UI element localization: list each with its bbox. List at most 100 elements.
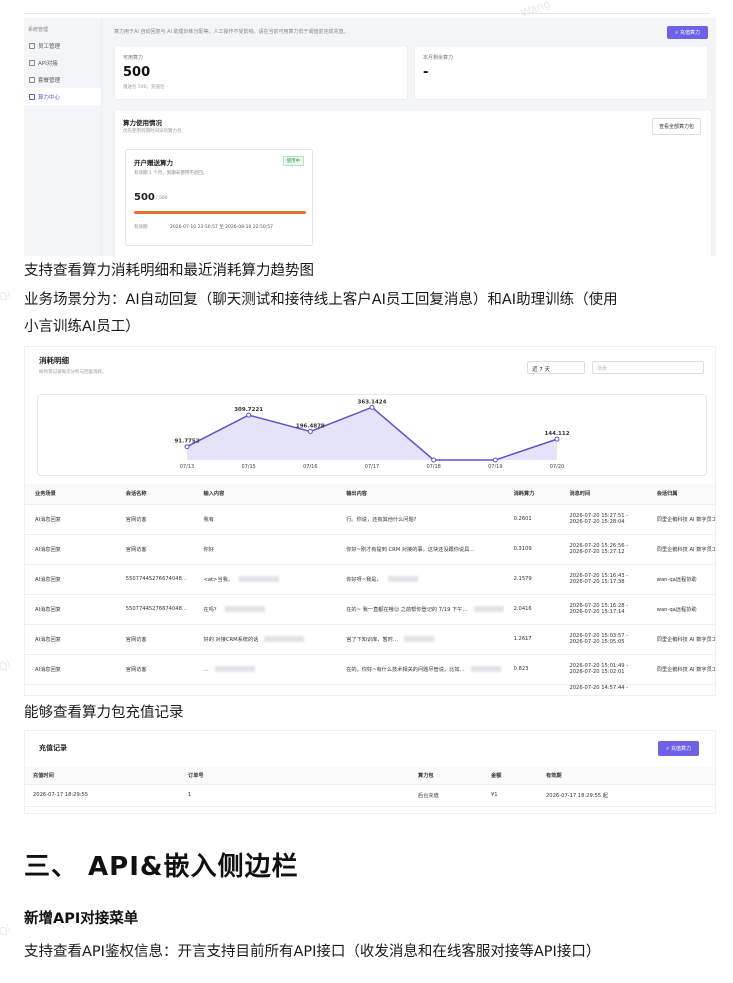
cell-cost: 2.0416 (503, 594, 560, 625)
redacted-text (238, 576, 279, 582)
cell-cost: 0.3109 (503, 534, 560, 565)
table-row: AI消息回复 官网访客… 在的。你好~有什么技术相关的问题尽管说，比如… 0.823 2… (25, 654, 715, 685)
cell-input: 好的 对接CRM系统的话 (193, 624, 337, 655)
cell-session (115, 684, 194, 695)
redacted-text (225, 606, 266, 612)
time-end: 2026-07-20 15:02:01 (569, 669, 625, 675)
sidebar-item-staff[interactable]: 员工管理 (24, 37, 101, 54)
table-row: AI消息回复 官网访客 我有 行。你说，还有其他什么问题? 0.2601 2026-07-… (25, 504, 715, 535)
watermark: iQi (0, 287, 13, 306)
cell-scene: AI消息回复 (25, 534, 116, 565)
table-header-row: 充值时间 订单号 算力包 金额 有效期 (25, 767, 715, 785)
col-owner: 会话归属 (646, 484, 715, 505)
paragraph-recharge: 能够查看算力包充值记录 (24, 705, 184, 721)
trend-chart: 91.7752 07/13 309.7221 07/15 196.4878 07/16 36… (174, 399, 569, 470)
cell-input: 你好 (193, 534, 337, 565)
cell-time: 2026-07-20 15:01:49 -2026-07-20 15:02:01 (559, 654, 647, 685)
time-end: 2026-07-20 15:28:04 (569, 519, 625, 525)
cell-owner: 同里企鹅科技 AI 数字员工 (646, 534, 715, 565)
cell-order: 1 (180, 784, 410, 807)
sidebar-item-label: 算力中心 (38, 94, 61, 101)
link-icon (29, 59, 35, 66)
bolt-icon (29, 93, 35, 100)
paragraph-scenarios-1: 业务场景分为：AI自动回复（聊天测试和接待线上客户AI员工回复消息）和AI助理训… (24, 292, 618, 308)
cell-scene: AI消息回复 (25, 594, 116, 625)
cell-validity: 2026-07-17 18:29:55 起 (538, 784, 715, 807)
validity-label: 有效期 (134, 225, 148, 230)
people-icon (29, 42, 35, 49)
redacted-text (404, 636, 435, 642)
cell-output: 你好呀~我是， (336, 564, 504, 595)
compute-hint: 算力用于AI 自动回复与 AI 助理训练分配等。人工操作不受影响。请在当前可用算… (114, 29, 349, 35)
sidebar-item-label: 员工管理 (38, 43, 61, 50)
data-point[interactable] (554, 436, 560, 442)
sidebar-item-compute[interactable]: 算力中心 (24, 88, 101, 105)
cell-scene: AI消息回复 (25, 564, 116, 595)
col-input: 输入内容 (193, 484, 337, 505)
col-amount: 金额 (483, 767, 538, 785)
redacted-text (473, 606, 504, 612)
cell-input: <at>当我， (193, 564, 337, 595)
cell-session: 官网访客 (115, 504, 194, 535)
cell-cost: 0.823 (503, 654, 560, 685)
redacted-text (470, 666, 501, 672)
table-row: 2026-07-20 14:57:44 - (25, 684, 715, 695)
data-point[interactable] (307, 429, 313, 435)
consumption-subtitle: 按场景记录每次分析与回复消耗。 (39, 370, 107, 375)
cell-cost: 0.2601 (503, 504, 560, 535)
scene-filter-select[interactable]: 场景 (592, 361, 704, 374)
cell-session: 官网访客 (115, 624, 194, 655)
sidebar-group-label: 系统管理 (28, 27, 49, 33)
recharge-button[interactable]: ⚡ 充值算力 (666, 26, 708, 39)
redacted-text (214, 665, 255, 672)
cell-session: 官网访客 (115, 534, 194, 565)
sidebar-item-plans[interactable]: 套餐管理 (24, 71, 101, 88)
package-amount: 500 (134, 192, 155, 203)
cell-session: 官网访客 (115, 654, 194, 685)
cell-time: 2026-07-20 14:57:44 - (559, 684, 647, 695)
usage-card: 算力使用情况 优先使用到期时间早的算力包 查看全部算力包 开户赠送算力 使用中 … (114, 109, 712, 256)
section-heading: 三、 API&嵌入侧边栏 (24, 852, 299, 882)
data-point[interactable] (492, 457, 498, 463)
col-recharge-time: 充值时间 (25, 767, 180, 785)
monthly-card: 本月剩余算力 - (414, 45, 708, 100)
package-total: / 500 (156, 196, 168, 201)
table-row: AI消息回复 官网访客 你好 你好~刚才有提到 CRM 对接的事，这块还没跟你说具… 0… (25, 534, 715, 565)
watermark: iQi (0, 657, 13, 676)
redacted-text (387, 576, 418, 582)
monthly-value: - (423, 65, 429, 80)
data-point[interactable] (369, 404, 375, 410)
redacted-text (264, 636, 305, 642)
series-area (187, 407, 557, 460)
cell-owner: 同里企鹅科技 AI 数字员工 (646, 654, 715, 685)
x-tick-label: 07/13 (180, 464, 194, 470)
table-row: AI消息回复 55077445276674048… <at>当我， 你好呀~我是， 2.… (25, 564, 715, 595)
subsection-heading: 新增API对接菜单 (24, 911, 139, 927)
table-row: AI消息回复 55077445276674048… 在吗？ 在的~ 我一直都在哦😊 之… (25, 594, 715, 625)
cell-output: 在的。你好~有什么技术相关的问题尽管说，比如… (336, 654, 504, 685)
col-package: 算力包 (410, 767, 483, 785)
view-all-packages-button[interactable]: 查看全部算力包 (651, 118, 701, 135)
col-validity: 有效期 (538, 767, 715, 785)
data-point[interactable] (184, 444, 190, 450)
compute-center-screenshot: 系统管理 员工管理 API对接 套餐管理 算力中心 算力用于AI 自动回复与 A… (24, 18, 716, 256)
data-point[interactable] (431, 457, 437, 463)
recharge-compute-button[interactable]: ⚡ 充值算力 (657, 741, 699, 756)
cell-output: 行。你说，还有其他什么问题? (336, 504, 504, 535)
col-order-no: 订单号 (180, 767, 410, 785)
cell-owner (646, 684, 715, 695)
sidebar-item-api[interactable]: API对接 (24, 54, 101, 71)
cell-time: 2026-07-17 18:29:55 (25, 784, 180, 807)
consumption-screenshot: 消耗明细 按场景记录每次分析与回复消耗。 近 7 天 场景 91.7752 07/… (24, 346, 716, 696)
cell-time: 2026-07-20 15:16:43 -2026-07-20 15:17:38 (559, 564, 647, 595)
cell-time: 2026-07-20 15:03:57 -2026-07-20 15:05:05 (559, 624, 647, 655)
data-point[interactable] (246, 412, 252, 418)
available-sub: 赠送包 500，充值包 - (123, 85, 168, 90)
cell-owner: wan-qa远程协助 (646, 594, 715, 625)
data-label: 363.1424 (358, 399, 387, 405)
status-badge: 使用中 (282, 156, 304, 166)
range-select[interactable]: 近 7 天 (527, 361, 585, 374)
table-row: AI消息回复 官网访客 好的 对接CRM系统的话 官了下知识库，暂时… 1.2617 20… (25, 624, 715, 655)
cell-time: 2026-07-20 15:26:56 -2026-07-20 15:27:12 (559, 534, 647, 565)
time-end: 2026-07-20 15:27:12 (569, 549, 625, 555)
